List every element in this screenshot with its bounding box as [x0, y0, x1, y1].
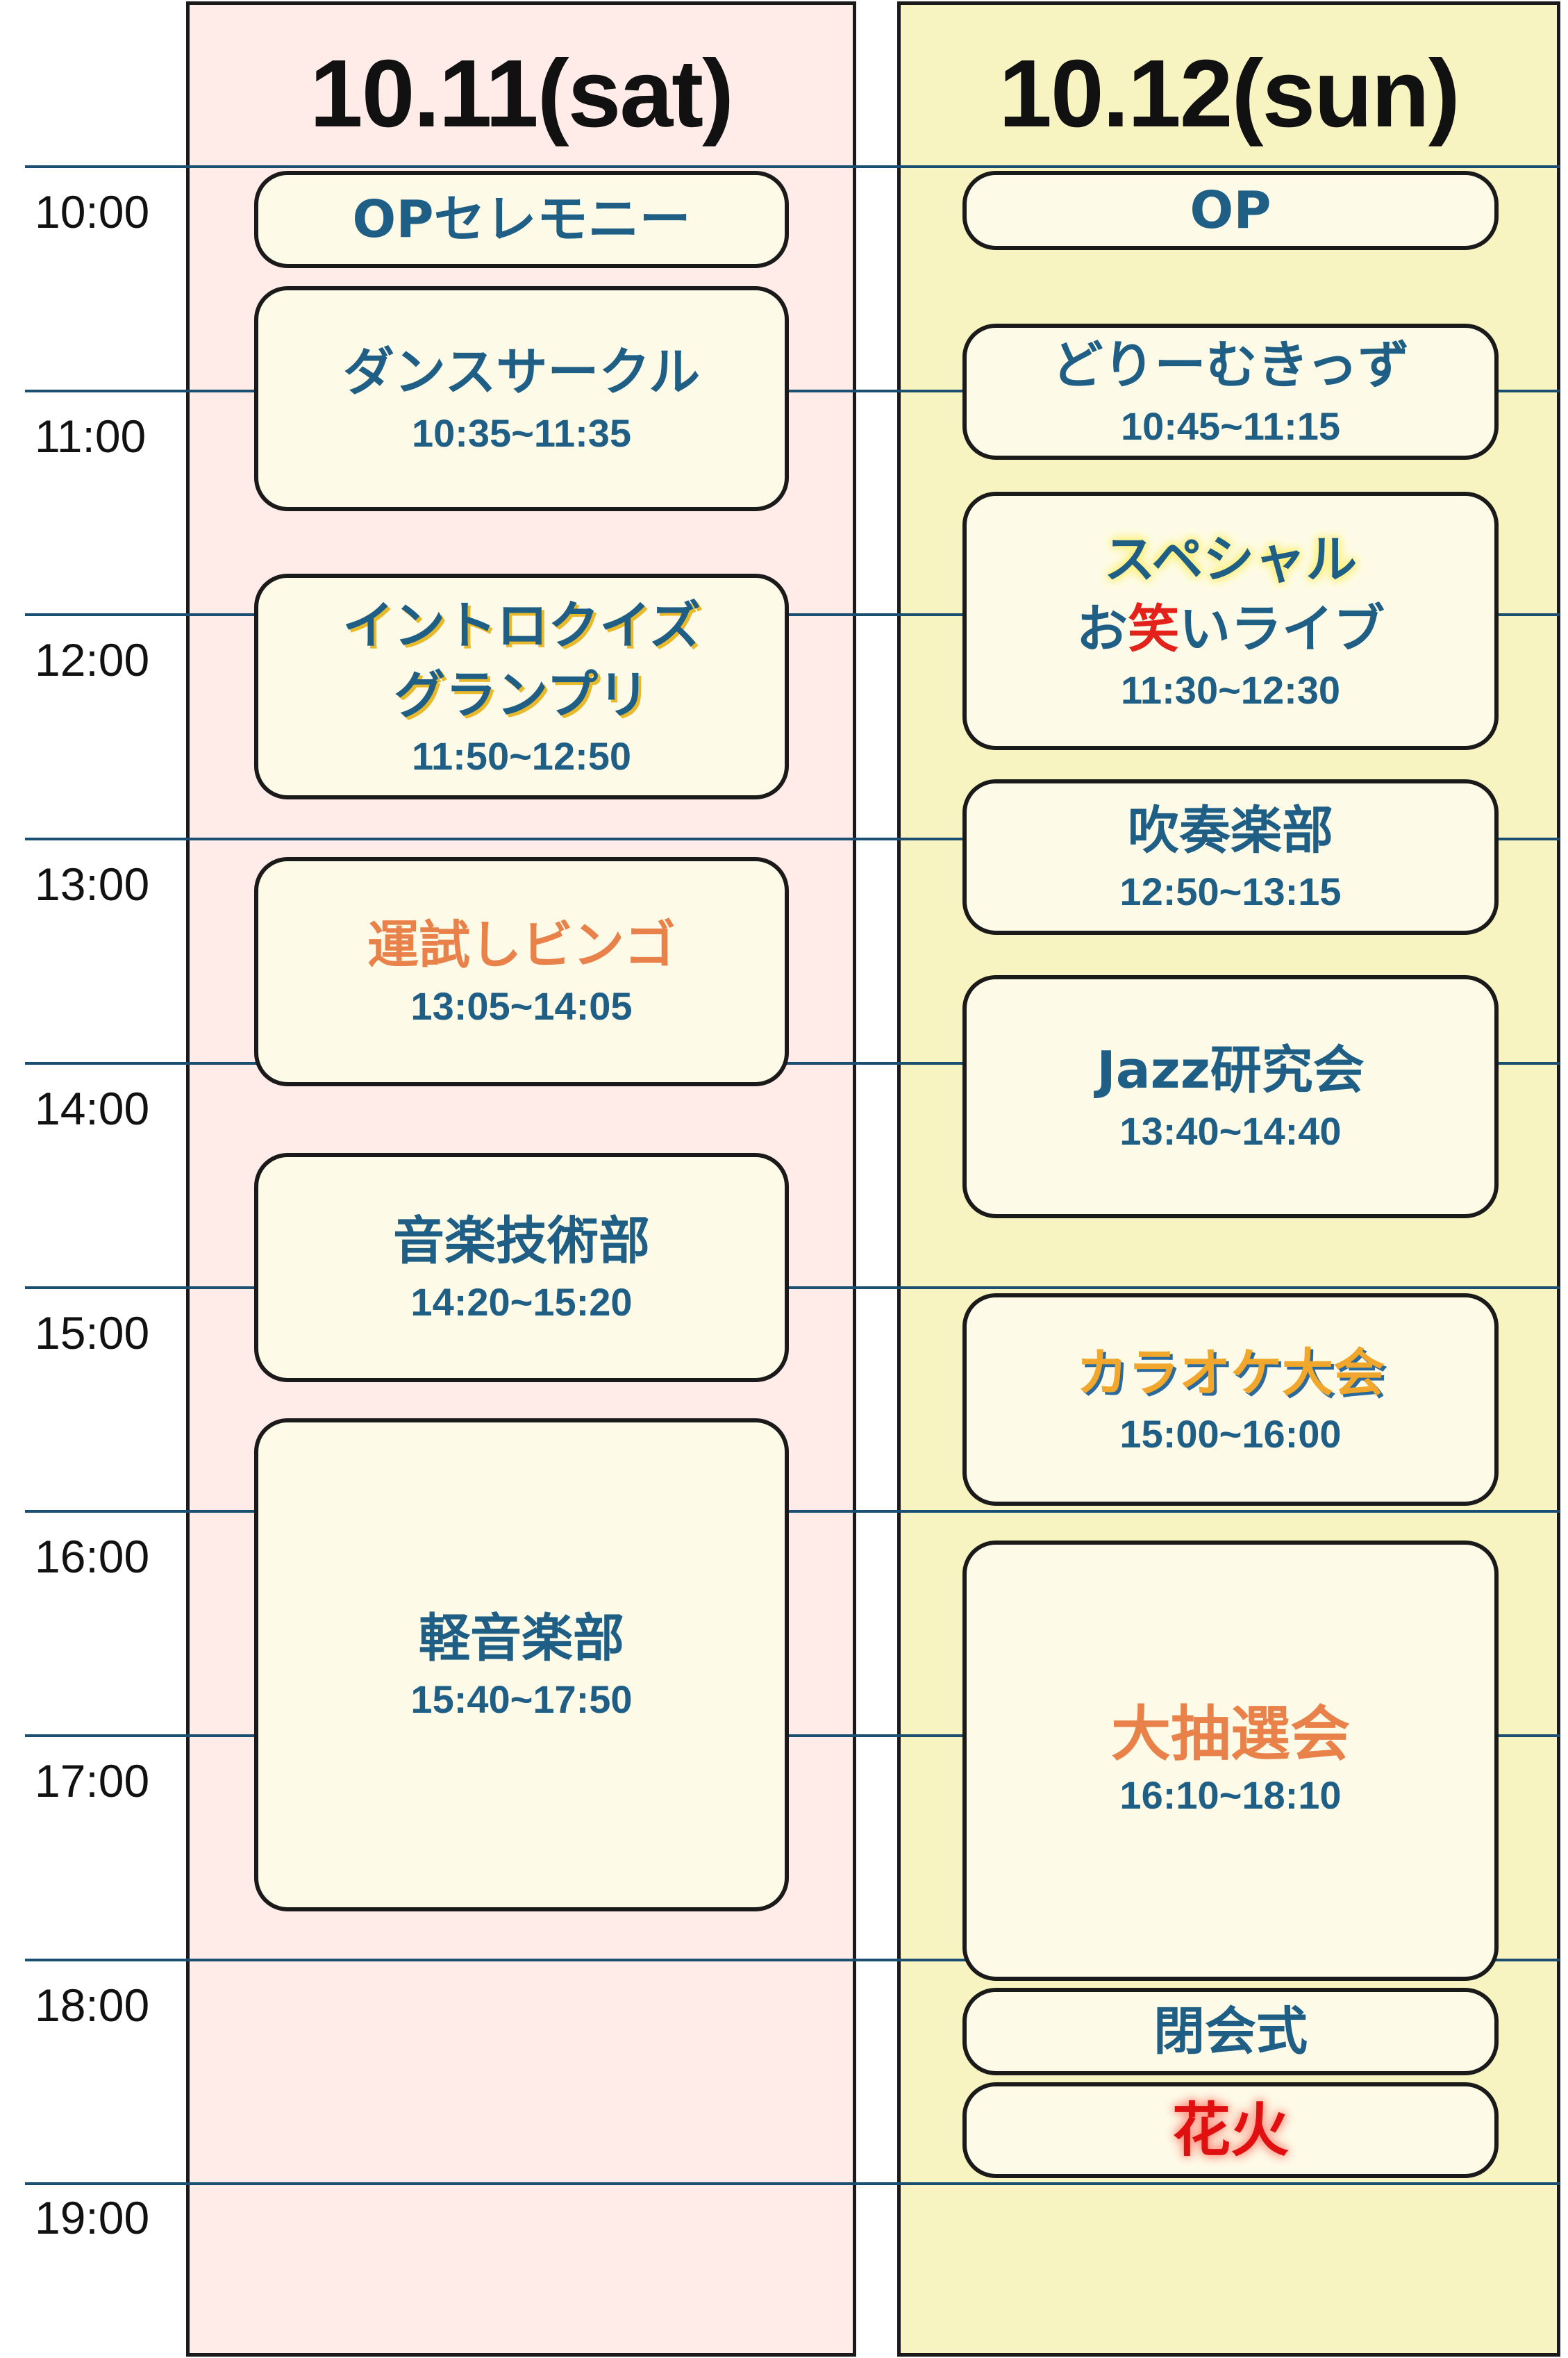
time-label: 16:00: [35, 1531, 150, 1582]
event-time: 15:40~17:50: [410, 1677, 633, 1721]
day-title-sun: 10.12(sun): [999, 40, 1460, 147]
event-name-line2: グランプリ: [394, 665, 649, 725]
time-label: 10:00: [35, 186, 150, 238]
event-dream-kids[interactable]: どりーむきっず 10:45~11:15: [962, 324, 1499, 460]
event-karaoke[interactable]: カラオケ大会 15:00~16:00: [962, 1293, 1499, 1506]
day-title-sat: 10.11(sat): [309, 40, 734, 147]
time-label: 18:00: [35, 1979, 150, 2031]
event-name: ダンスサークル: [342, 342, 701, 402]
event-time: 10:35~11:35: [411, 411, 632, 455]
event-fireworks[interactable]: 花火: [962, 2082, 1499, 2178]
event-op-ceremony[interactable]: OPセレモニー: [254, 171, 789, 268]
event-name: 運試しビンゴ: [367, 915, 676, 975]
event-name-line1: イントロクイズ: [342, 595, 701, 656]
hour-line: [25, 2182, 1560, 2185]
event-music-tech[interactable]: 音楽技術部 14:20~15:20: [254, 1153, 789, 1382]
time-label: 14:00: [35, 1083, 150, 1134]
event-op[interactable]: OP: [962, 171, 1499, 250]
event-name: 閉会式: [1153, 2002, 1308, 2061]
event-name: 花火: [1171, 2096, 1289, 2164]
event-time: 11:50~12:50: [411, 733, 632, 778]
event-name: 軽音楽部: [419, 1609, 624, 1668]
time-label: 19:00: [35, 2192, 150, 2243]
time-label: 17:00: [35, 1755, 150, 1807]
event-name: 大抽選会: [1111, 1700, 1350, 1769]
event-closing-ceremony[interactable]: 閉会式: [962, 1988, 1499, 2075]
time-label: 12:00: [35, 634, 150, 686]
time-label: 15:00: [35, 1307, 150, 1359]
event-name: OPセレモニー: [352, 190, 691, 249]
event-name: カラオケ大会: [1076, 1343, 1385, 1403]
event-time: 11:30~12:30: [1120, 668, 1341, 712]
event-name-line2: お笑いライブ: [1076, 595, 1385, 664]
event-name-pre: お: [1076, 599, 1128, 659]
time-label: 11:00: [35, 410, 147, 462]
event-name: どりーむきっず: [1051, 335, 1410, 395]
event-time: 15:00~16:00: [1119, 1412, 1342, 1456]
event-light-music[interactable]: 軽音楽部 15:40~17:50: [254, 1418, 789, 1911]
event-name-post: いライブ: [1179, 599, 1385, 659]
event-time: 13:40~14:40: [1119, 1109, 1342, 1153]
event-intro-quiz[interactable]: イントロクイズ グランプリ 11:50~12:50: [254, 574, 789, 799]
event-time: 13:05~14:05: [410, 984, 633, 1028]
time-label: 13:00: [35, 858, 150, 910]
event-jazz-club[interactable]: Jazz研究会 13:40~14:40: [962, 975, 1499, 1218]
hour-line: [25, 165, 1560, 168]
event-name-highlight: 笑: [1128, 599, 1179, 659]
event-time: 16:10~18:10: [1119, 1773, 1342, 1817]
event-time: 14:20~15:20: [410, 1280, 633, 1324]
event-name: 音楽技術部: [393, 1211, 650, 1271]
event-lottery[interactable]: 大抽選会 16:10~18:10: [962, 1541, 1499, 1981]
event-name-line1: スペシャル: [1103, 530, 1358, 590]
event-time: 10:45~11:15: [1120, 404, 1341, 448]
event-bingo[interactable]: 運試しビンゴ 13:05~14:05: [254, 857, 789, 1086]
event-brass-band[interactable]: 吹奏楽部 12:50~13:15: [962, 779, 1499, 935]
event-name: Jazz研究会: [1096, 1040, 1365, 1100]
event-comedy-live[interactable]: スペシャル お笑いライブ 11:30~12:30: [962, 492, 1499, 750]
event-dance-circle[interactable]: ダンスサークル 10:35~11:35: [254, 286, 789, 511]
event-time: 12:50~13:15: [1119, 870, 1342, 913]
event-name: 吹奏楽部: [1128, 801, 1333, 861]
event-name: OP: [1190, 181, 1271, 240]
